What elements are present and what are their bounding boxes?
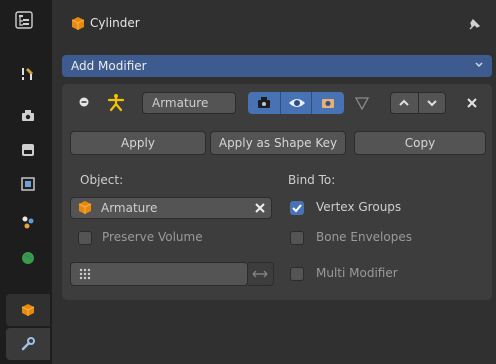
tab-tool[interactable] bbox=[6, 58, 50, 90]
add-modifier-dropdown[interactable]: Add Modifier bbox=[62, 55, 492, 77]
output-icon bbox=[22, 144, 34, 156]
move-arrows-group bbox=[390, 92, 446, 114]
armature-icon bbox=[107, 94, 125, 112]
apply-as-shape-key-label: Apply as Shape Key bbox=[218, 136, 338, 150]
tab-modifiers[interactable] bbox=[6, 328, 50, 360]
chevron-down-icon bbox=[475, 62, 483, 68]
move-up-button[interactable] bbox=[391, 93, 418, 113]
multi-modifier-checkbox[interactable] bbox=[290, 267, 304, 281]
tab-render[interactable] bbox=[6, 100, 50, 132]
tool-icon bbox=[22, 68, 33, 80]
apply-button[interactable]: Apply bbox=[70, 131, 206, 155]
wrench-icon bbox=[21, 337, 35, 351]
object-label: Object: bbox=[80, 173, 124, 187]
object-icon bbox=[21, 304, 35, 316]
bone-envelopes-checkbox[interactable] bbox=[290, 231, 304, 245]
world-icon bbox=[22, 252, 34, 264]
object-icon bbox=[71, 17, 85, 30]
vertex-group-icon bbox=[79, 268, 91, 280]
on-cage-toggle[interactable] bbox=[348, 92, 376, 114]
checkmark-icon bbox=[292, 204, 302, 213]
edit-mode-icon bbox=[258, 97, 270, 108]
properties-header: Cylinder bbox=[58, 10, 488, 38]
properties-editor-icon[interactable] bbox=[14, 10, 36, 32]
edit-mode-toggle[interactable] bbox=[248, 92, 280, 114]
copy-label: Copy bbox=[404, 136, 436, 150]
collapse-icon[interactable] bbox=[78, 96, 90, 108]
vertex-triangle-icon bbox=[354, 97, 370, 111]
bone-envelopes-label: Bone Envelopes bbox=[316, 230, 412, 244]
multi-modifier-label: Multi Modifier bbox=[316, 266, 398, 280]
properties-tab-column bbox=[0, 0, 52, 364]
vertex-group-field[interactable] bbox=[70, 262, 248, 286]
eye-icon bbox=[289, 99, 305, 107]
chevron-up-icon bbox=[399, 99, 409, 106]
tab-output[interactable] bbox=[6, 134, 50, 166]
pin-icon[interactable] bbox=[466, 17, 482, 33]
armature-modifier-panel: Armature Apply Apply as Shape Key Copy O… bbox=[62, 84, 492, 300]
tab-view-layer[interactable] bbox=[6, 168, 50, 200]
object-name: Cylinder bbox=[90, 16, 140, 30]
invert-arrows-icon bbox=[252, 270, 268, 278]
preserve-volume-checkbox[interactable] bbox=[78, 231, 92, 245]
display-toggle-group bbox=[248, 92, 344, 114]
camera-icon bbox=[322, 99, 334, 108]
clear-icon[interactable] bbox=[254, 202, 266, 214]
remove-modifier-icon[interactable] bbox=[466, 97, 478, 109]
object-icon bbox=[78, 201, 92, 214]
view-layer-icon bbox=[21, 177, 35, 191]
tab-object[interactable] bbox=[6, 294, 50, 326]
render-toggle[interactable] bbox=[312, 92, 344, 114]
vertex-groups-label: Vertex Groups bbox=[316, 200, 402, 214]
viewport-toggle[interactable] bbox=[280, 92, 312, 114]
render-icon bbox=[22, 110, 34, 121]
bind-to-label: Bind To: bbox=[288, 173, 336, 187]
add-modifier-label: Add Modifier bbox=[71, 59, 147, 73]
preserve-volume-label: Preserve Volume bbox=[102, 230, 203, 244]
tab-world[interactable] bbox=[6, 242, 50, 274]
object-field-value: Armature bbox=[101, 201, 158, 215]
scene-icon bbox=[22, 216, 34, 229]
object-field[interactable]: Armature bbox=[70, 197, 272, 219]
invert-vertex-group-button[interactable] bbox=[248, 262, 274, 286]
modifier-name-text: Armature bbox=[152, 96, 209, 110]
chevron-down-icon bbox=[427, 100, 437, 107]
apply-as-shape-key-button[interactable]: Apply as Shape Key bbox=[210, 131, 346, 155]
tab-scene[interactable] bbox=[6, 206, 50, 238]
move-down-button[interactable] bbox=[418, 93, 445, 113]
apply-label: Apply bbox=[121, 136, 155, 150]
modifier-name-input[interactable]: Armature bbox=[142, 92, 236, 114]
copy-button[interactable]: Copy bbox=[354, 131, 486, 155]
vertex-groups-checkbox[interactable] bbox=[290, 201, 304, 215]
